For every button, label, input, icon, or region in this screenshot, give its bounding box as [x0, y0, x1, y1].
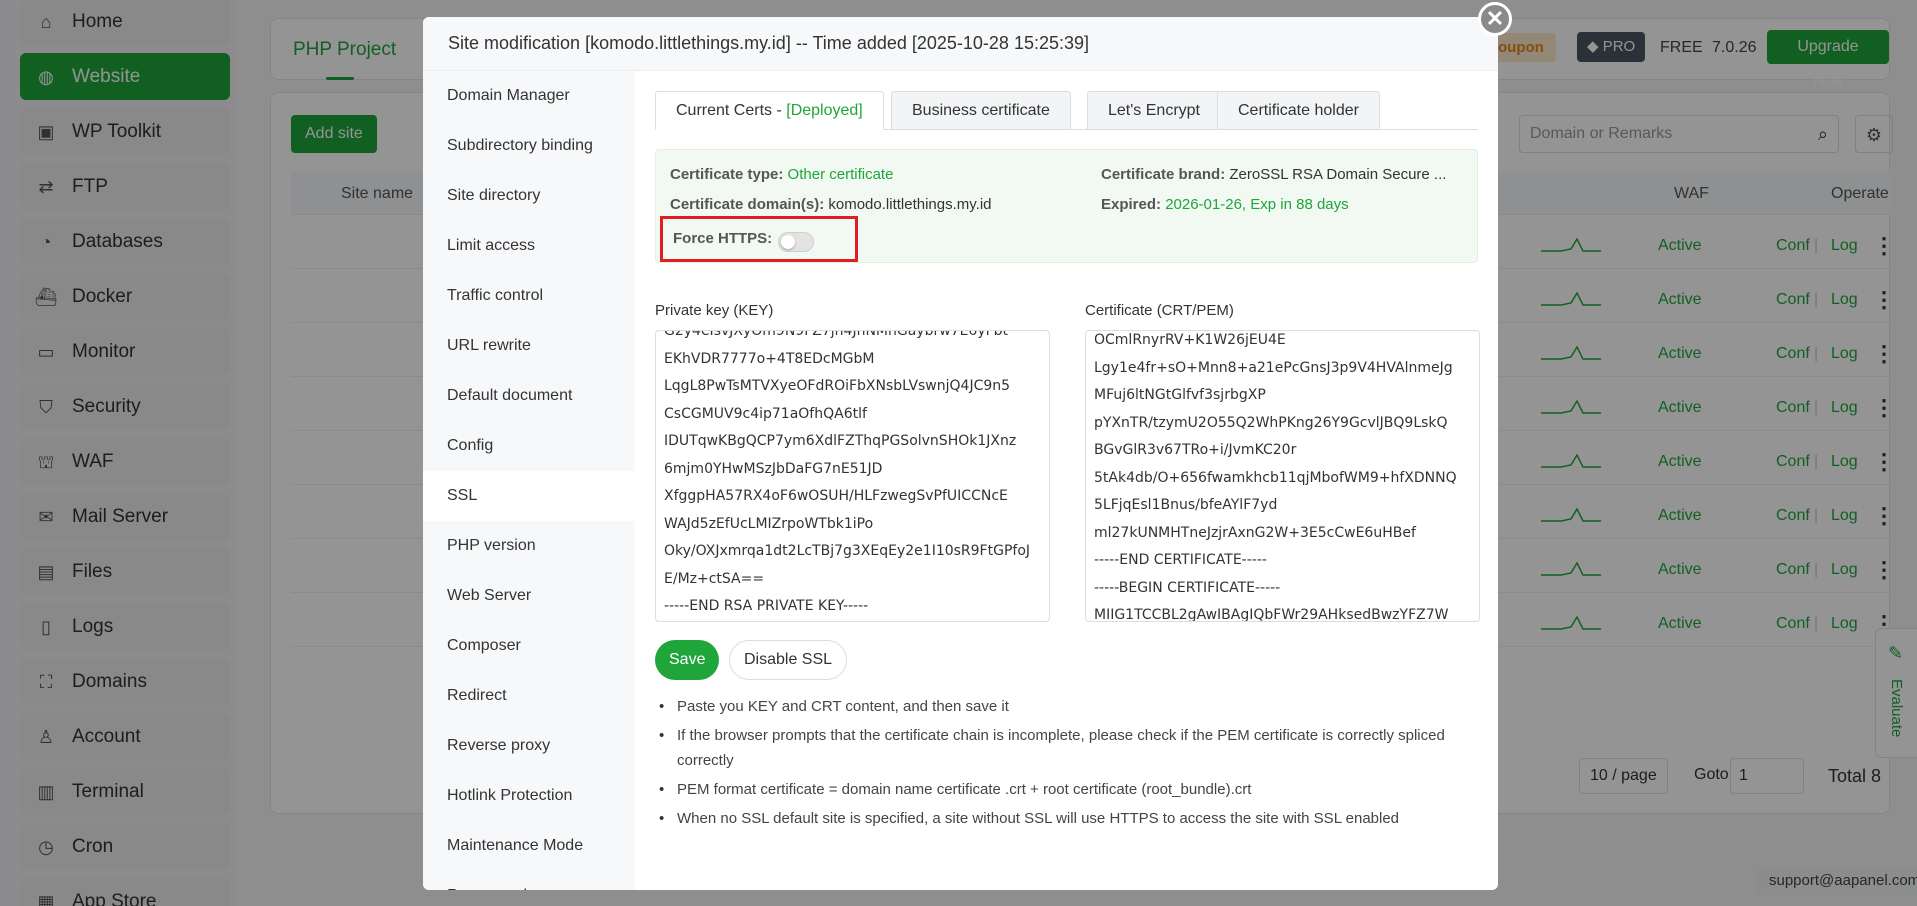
- modal-nav-maintenance-mode[interactable]: Maintenance Mode: [423, 821, 635, 871]
- tab-current-certs-label: Current Certs -: [676, 102, 787, 119]
- site-modification-modal: Site modification [komodo.littlethings.m…: [423, 17, 1498, 890]
- modal-nav-composer[interactable]: Composer: [423, 621, 635, 671]
- modal-nav-domain-manager[interactable]: Domain Manager: [423, 71, 635, 121]
- ssl-tips: Paste you KEY and CRT content, and then …: [655, 694, 1478, 835]
- certificate-textarea[interactable]: OCmlRnyrRV+K1W26jEU4E Lgy1e4fr+sO+Mnn8+a2…: [1085, 330, 1480, 622]
- certificate-label: Certificate (CRT/PEM): [1085, 302, 1234, 319]
- ssl-tabs: Current Certs - [Deployed] Business cert…: [655, 91, 1478, 130]
- force-https-toggle[interactable]: [778, 232, 814, 252]
- text-line: LqgL8PwTsMTVXyeOFdROiFbXNsbLVswnjQ4JC9n5: [664, 378, 1011, 394]
- cert-domain-label: Certificate domain(s):: [670, 196, 825, 213]
- save-button[interactable]: Save: [655, 640, 720, 680]
- modal-nav-web-server[interactable]: Web Server: [423, 571, 635, 621]
- cert-domains: Certificate domain(s): komodo.littlethin…: [670, 196, 992, 213]
- tab-business-certificate[interactable]: Business certificate: [891, 91, 1071, 130]
- text-line: -----END CERTIFICATE-----: [1094, 552, 1267, 568]
- text-line: MIIG1TCCBL2gAwIBAgIQbFWr29AHksedBwzYFZ7W: [1094, 607, 1449, 622]
- certificate-info: Certificate type: Other certificate Cert…: [655, 149, 1478, 263]
- private-key-textarea[interactable]: G2y4eIsvJXyOm9N9FZ7jh4JhNMnGaybrw7E6yFbt…: [655, 330, 1050, 622]
- text-line: E/Mz+ctSA==: [664, 570, 765, 587]
- modal-nav-traffic-control[interactable]: Traffic control: [423, 271, 635, 321]
- modal-nav-default-document[interactable]: Default document: [423, 371, 635, 421]
- tip-item: When no SSL default site is specified, a…: [655, 806, 1478, 831]
- text-line: IDUTqwKBgQCP7ym6XdlFZThqPGSolvnSHOk1JXnz: [664, 433, 1017, 449]
- text-line: -----BEGIN CERTIFICATE-----: [1094, 579, 1281, 596]
- modal-nav-php-version[interactable]: PHP version: [423, 521, 635, 571]
- force-https-label: Force HTTPS:: [673, 230, 773, 247]
- text-line: WAJd5zEfUcLMIZrpoWTbk1iPo: [664, 515, 874, 532]
- cert-brand: Certificate brand: ZeroSSL RSA Domain Se…: [1101, 166, 1446, 183]
- text-line: -----END RSA PRIVATE KEY-----: [664, 598, 869, 614]
- text-line: Oky/OXJxmrqa1dt2LcTBj7g3XEqEy2e1I10sR9Ft…: [664, 543, 1031, 559]
- modal-nav: Domain Manager Subdirectory binding Site d…: [423, 71, 635, 890]
- text-line: BGvGlR3v67TRo+i/JvmKC20r: [1094, 442, 1297, 458]
- modal-nav-site-directory[interactable]: Site directory: [423, 171, 635, 221]
- text-line: XfggpHA57RX4oF6wOSUH/HLFzwegSvPfUICCNcE: [664, 488, 1008, 504]
- text-line: 5LFjqEsl1Bnus/bfeAYlF7yd: [1094, 497, 1278, 513]
- cert-domain-value: komodo.littlethings.my.id: [828, 196, 992, 213]
- modal-title: Site modification [komodo.littlethings.m…: [448, 33, 1090, 53]
- tab-certificate-holder[interactable]: Certificate holder: [1217, 91, 1380, 130]
- modal-nav-limit-access[interactable]: Limit access: [423, 221, 635, 271]
- modal-nav-config[interactable]: Config: [423, 421, 635, 471]
- cert-expired-label: Expired:: [1101, 196, 1162, 213]
- cert-type-label: Certificate type:: [670, 166, 784, 183]
- cert-type: Certificate type: Other certificate: [670, 166, 893, 183]
- force-https-highlight: Force HTTPS:: [660, 216, 858, 262]
- text-line: MFuj6ltNGtGlfvf3sjrbgXP: [1094, 387, 1266, 403]
- modal-nav-redirect[interactable]: Redirect: [423, 671, 635, 721]
- text-line: 5tAk4db/O+656fwamkhcb11qjMbofWM9+hfXDNNQ: [1094, 469, 1457, 486]
- text-line: pYXnTR/tzymU2O55Q2WhPKng26Y9GcvlJBQ9LskQ: [1094, 414, 1448, 431]
- modal-nav-url-rewrite[interactable]: URL rewrite: [423, 321, 635, 371]
- text-line: OCmlRnyrRV+K1W26jEU4E: [1094, 332, 1286, 348]
- private-key-content: G2y4eIsvJXyOm9N9FZ7jh4JhNMnGaybrw7E6yFbt…: [656, 330, 1049, 621]
- cert-expired-value: 2026-01-26, Exp in 88 days: [1165, 196, 1349, 213]
- toggle-knob: [781, 235, 795, 249]
- cert-type-value: Other certificate: [787, 166, 894, 183]
- modal-nav-response-log[interactable]: Response log: [423, 871, 635, 890]
- modal-nav-hotlink-protection[interactable]: Hotlink Protection: [423, 771, 635, 821]
- text-line: EKhVDR7777o+4T8EDcMGbM: [664, 350, 875, 367]
- text-line: G2y4eIsvJXyOm9N9FZ7jh4JhNMnGaybrw7E6yFbt: [664, 330, 1009, 339]
- private-key-label: Private key (KEY): [655, 302, 774, 319]
- tab-current-certs[interactable]: Current Certs - [Deployed]: [655, 91, 884, 130]
- tab-lets-encrypt[interactable]: Let's Encrypt: [1087, 91, 1221, 130]
- modal-header: Site modification [komodo.littlethings.m…: [423, 17, 1498, 71]
- text-line: 6mjm0YHwMSzJbDaFG7nE51JD: [664, 460, 883, 477]
- cert-brand-label: Certificate brand:: [1101, 166, 1226, 183]
- ssl-panel: Current Certs - [Deployed] Business cert…: [635, 71, 1498, 890]
- modal-nav-ssl[interactable]: SSL: [423, 471, 635, 521]
- tip-item: Paste you KEY and CRT content, and then …: [655, 694, 1478, 719]
- cert-expired: Expired: 2026-01-26, Exp in 88 days: [1101, 196, 1349, 213]
- cert-brand-value: ZeroSSL RSA Domain Secure ...: [1229, 166, 1447, 183]
- modal-nav-reverse-proxy[interactable]: Reverse proxy: [423, 721, 635, 771]
- text-line: Lgy1e4fr+sO+Mnn8+a21ePcGnsJ3p9V4HVAlnmeJ…: [1094, 359, 1453, 376]
- close-icon[interactable]: ✕: [1478, 2, 1512, 36]
- text-line: CsCGMUV9c4ip71aOfhQA6tlf: [664, 405, 867, 422]
- tip-item: If the browser prompts that the certific…: [655, 723, 1478, 773]
- modal-nav-subdirectory-binding[interactable]: Subdirectory binding: [423, 121, 635, 171]
- certificate-content: OCmlRnyrRV+K1W26jEU4E Lgy1e4fr+sO+Mnn8+a2…: [1086, 331, 1479, 622]
- disable-ssl-button[interactable]: Disable SSL: [729, 640, 848, 680]
- text-line: ml27kUNMHTneJzjrAxnG2W+3E5cCwE6uHBef: [1094, 524, 1416, 541]
- tip-item: PEM format certificate = domain name cer…: [655, 777, 1478, 802]
- deployed-status: [Deployed]: [786, 102, 863, 119]
